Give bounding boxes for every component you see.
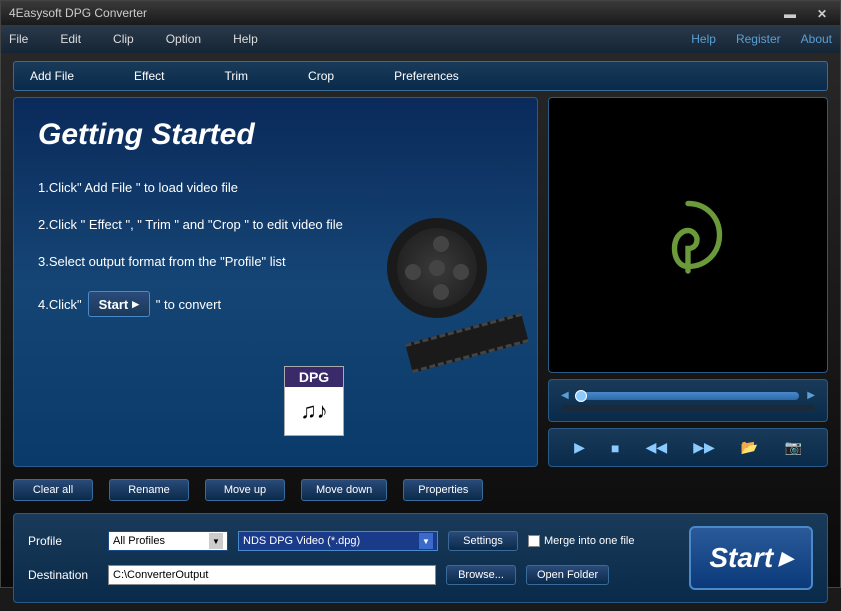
profile-row: Profile All Profiles ▼ NDS DPG Video (*.… bbox=[28, 531, 675, 551]
play-button[interactable]: ▶ bbox=[574, 439, 585, 456]
profile-label: Profile bbox=[28, 534, 98, 548]
app-window: 4Easysoft DPG Converter ▬ ✕ File Edit Cl… bbox=[0, 0, 841, 588]
seekbar[interactable] bbox=[577, 392, 800, 400]
step-4-post: " to convert bbox=[156, 297, 221, 312]
destination-input[interactable] bbox=[108, 565, 436, 585]
bottom-section: Profile All Profiles ▼ NDS DPG Video (*.… bbox=[13, 513, 828, 603]
seekbar-secondary[interactable] bbox=[561, 405, 815, 411]
inline-start-button[interactable]: Start ▸ bbox=[88, 291, 150, 317]
destination-row: Destination Browse... Open Folder bbox=[28, 565, 675, 585]
seek-right-icon[interactable]: ▶ bbox=[807, 390, 815, 401]
chevron-down-icon: ▼ bbox=[419, 533, 433, 549]
toolbar-effect[interactable]: Effect bbox=[134, 69, 164, 83]
toolbar-trim[interactable]: Trim bbox=[225, 69, 249, 83]
seekbar-area: ◀ ▶ bbox=[548, 379, 828, 422]
window-controls: ▬ ✕ bbox=[780, 7, 832, 19]
music-notes-icon: ♫♪ bbox=[285, 387, 343, 435]
preview-panel: ◀ ▶ ▶ ■ ◀◀ ▶▶ 📂 📷 bbox=[548, 97, 828, 467]
logo-icon bbox=[643, 190, 733, 280]
step-4-pre: 4.Click" bbox=[38, 297, 82, 312]
panels: Getting Started 1.Click" Add File " to l… bbox=[13, 97, 828, 467]
start-button[interactable]: Start ▶ bbox=[689, 526, 813, 590]
prev-button[interactable]: ◀◀ bbox=[646, 439, 668, 456]
menu-file[interactable]: File bbox=[9, 32, 28, 46]
link-register[interactable]: Register bbox=[736, 32, 781, 46]
getting-started-title: Getting Started bbox=[38, 118, 513, 152]
titlebar: 4Easysoft DPG Converter ▬ ✕ bbox=[1, 1, 840, 25]
seek-left-icon[interactable]: ◀ bbox=[561, 390, 569, 401]
menu-edit[interactable]: Edit bbox=[60, 32, 81, 46]
player-controls: ▶ ■ ◀◀ ▶▶ 📂 📷 bbox=[548, 428, 828, 467]
toolbar-crop[interactable]: Crop bbox=[308, 69, 334, 83]
menu-left: File Edit Clip Option Help bbox=[9, 32, 691, 46]
settings-button[interactable]: Settings bbox=[448, 531, 518, 551]
move-up-button[interactable]: Move up bbox=[205, 479, 285, 501]
open-folder-button[interactable]: Open Folder bbox=[526, 565, 609, 585]
seek-thumb[interactable] bbox=[575, 390, 587, 402]
snapshot-button[interactable]: 📷 bbox=[784, 439, 801, 456]
properties-button[interactable]: Properties bbox=[403, 479, 483, 501]
link-help[interactable]: Help bbox=[691, 32, 716, 46]
toolbar: Add File Effect Trim Crop Preferences bbox=[13, 61, 828, 91]
chevron-down-icon: ▼ bbox=[209, 533, 223, 549]
film-reel-icon bbox=[387, 218, 517, 348]
step-1: 1.Click" Add File " to load video file bbox=[38, 180, 513, 195]
menu-help[interactable]: Help bbox=[233, 32, 258, 46]
toolbar-preferences[interactable]: Preferences bbox=[394, 69, 459, 83]
bottom-form: Profile All Profiles ▼ NDS DPG Video (*.… bbox=[28, 531, 675, 585]
rename-button[interactable]: Rename bbox=[109, 479, 189, 501]
open-button[interactable]: 📂 bbox=[741, 439, 758, 456]
profile-format-combo[interactable]: NDS DPG Video (*.dpg) ▼ bbox=[238, 531, 438, 551]
main-content: Add File Effect Trim Crop Preferences Ge… bbox=[1, 53, 840, 611]
clear-all-button[interactable]: Clear all bbox=[13, 479, 93, 501]
link-about[interactable]: About bbox=[801, 32, 832, 46]
stop-button[interactable]: ■ bbox=[611, 440, 619, 456]
minimize-icon[interactable]: ▬ bbox=[780, 7, 800, 19]
dpg-file-icon: DPG ♫♪ bbox=[284, 366, 344, 436]
menu-option[interactable]: Option bbox=[166, 32, 201, 46]
profile-category-combo[interactable]: All Profiles ▼ bbox=[108, 531, 228, 551]
destination-label: Destination bbox=[28, 568, 98, 582]
menu-clip[interactable]: Clip bbox=[113, 32, 134, 46]
app-title: 4Easysoft DPG Converter bbox=[9, 6, 780, 20]
move-down-button[interactable]: Move down bbox=[301, 479, 387, 501]
browse-button[interactable]: Browse... bbox=[446, 565, 516, 585]
checkbox-icon bbox=[528, 535, 540, 547]
toolbar-add-file[interactable]: Add File bbox=[30, 69, 74, 83]
play-arrow-icon: ▶ bbox=[779, 548, 793, 569]
action-button-row: Clear all Rename Move up Move down Prope… bbox=[13, 473, 828, 507]
merge-label: Merge into one file bbox=[544, 535, 635, 547]
dpg-label: DPG bbox=[285, 367, 343, 387]
play-arrow-icon: ▸ bbox=[132, 296, 139, 312]
menubar: File Edit Clip Option Help Help Register… bbox=[1, 25, 840, 53]
getting-started-panel: Getting Started 1.Click" Add File " to l… bbox=[13, 97, 538, 467]
video-preview bbox=[548, 97, 828, 373]
menu-right: Help Register About bbox=[691, 32, 832, 46]
merge-checkbox[interactable]: Merge into one file bbox=[528, 535, 635, 547]
next-button[interactable]: ▶▶ bbox=[693, 439, 715, 456]
close-icon[interactable]: ✕ bbox=[812, 7, 832, 19]
